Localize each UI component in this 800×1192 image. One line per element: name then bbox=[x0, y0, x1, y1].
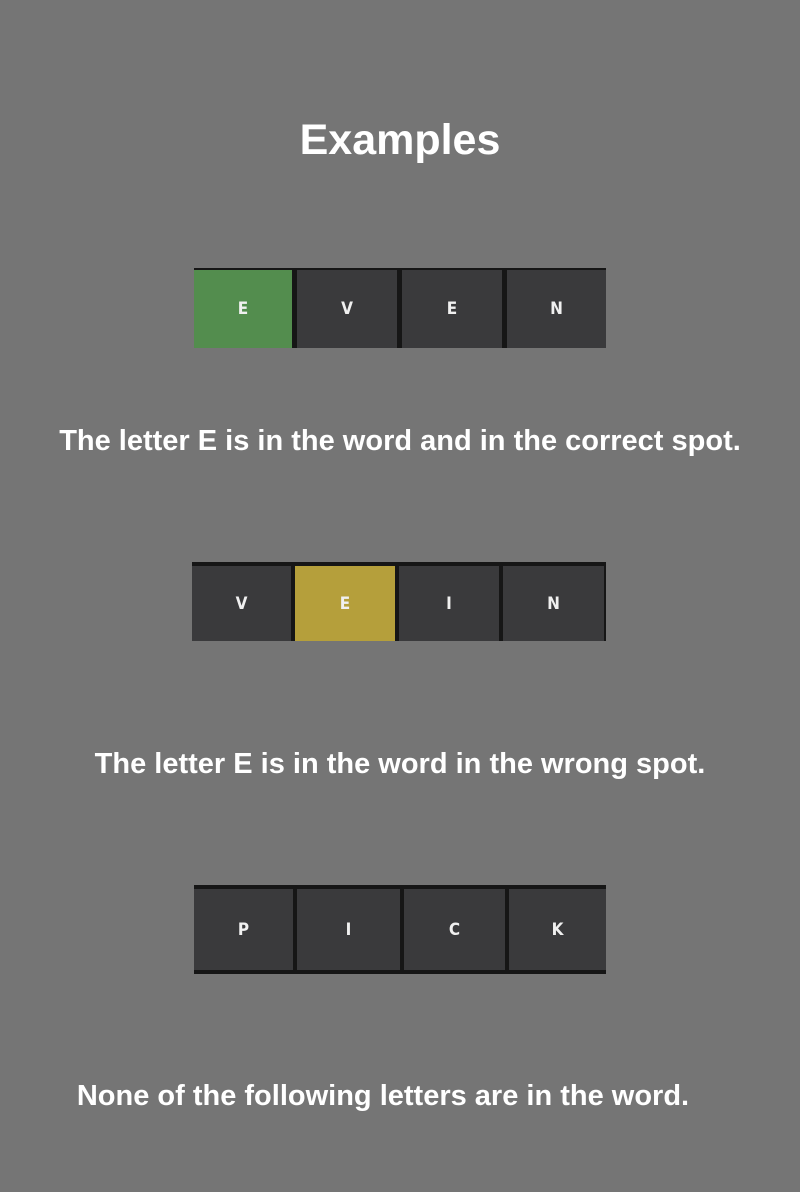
example-description-present: The letter E is in the word in the wrong… bbox=[94, 748, 706, 780]
letter-tile: N bbox=[507, 270, 606, 348]
letter-tile: E bbox=[402, 270, 502, 348]
letter-tile: C bbox=[404, 889, 505, 970]
letter-tile: N bbox=[503, 566, 604, 641]
letter-tile: V bbox=[297, 270, 397, 348]
letter-tile: I bbox=[297, 889, 400, 970]
example-row-present: V E I N bbox=[192, 562, 606, 641]
example-description-correct: The letter E is in the word and in the c… bbox=[59, 425, 741, 457]
example-description-absent: None of the following letters are in the… bbox=[76, 1080, 690, 1112]
letter-tile: V bbox=[192, 566, 291, 641]
page-title: Examples bbox=[299, 116, 501, 164]
letter-tile: I bbox=[399, 566, 499, 641]
letter-tile: E bbox=[295, 566, 395, 641]
letter-tile: P bbox=[194, 889, 293, 970]
example-row-correct: E V E N bbox=[194, 268, 606, 348]
letter-tile: E bbox=[194, 270, 292, 348]
example-row-absent: P I C K bbox=[194, 885, 606, 974]
letter-tile: K bbox=[509, 889, 606, 970]
